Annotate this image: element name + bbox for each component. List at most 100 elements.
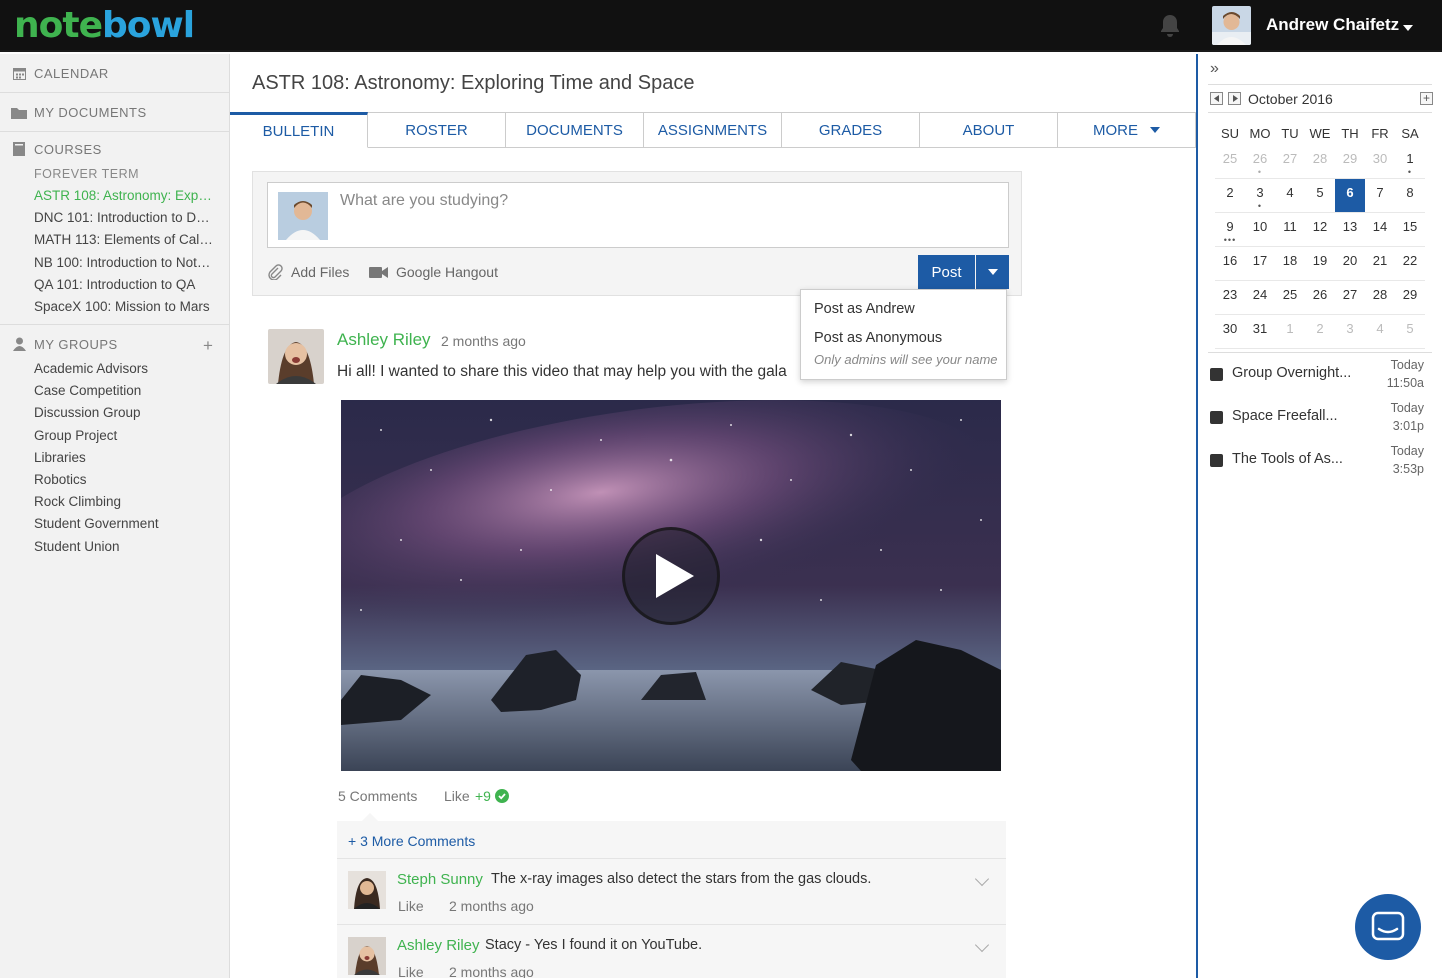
calendar-day[interactable]: 3 bbox=[1335, 315, 1365, 349]
sidebar-group-item[interactable]: Academic Advisors bbox=[34, 361, 214, 376]
calendar-event-item[interactable]: Group Overnight... Today 11:50a bbox=[1208, 354, 1434, 394]
calendar-day[interactable]: 22 bbox=[1395, 247, 1425, 281]
tab-documents[interactable]: DOCUMENTS bbox=[506, 112, 644, 148]
calendar-day[interactable]: 2 bbox=[1215, 179, 1245, 213]
calendar-day[interactable]: 29 bbox=[1335, 145, 1365, 179]
comments-count-link[interactable]: 5 Comments bbox=[338, 788, 417, 804]
tab-more[interactable]: MORE bbox=[1058, 112, 1196, 148]
tab-about[interactable]: ABOUT bbox=[920, 112, 1058, 148]
calendar-day[interactable]: 29 bbox=[1395, 281, 1425, 315]
calendar-day[interactable]: 27 bbox=[1335, 281, 1365, 315]
calendar-day[interactable]: 26 • bbox=[1245, 145, 1275, 179]
sidebar-group-item[interactable]: Student Government bbox=[34, 516, 214, 531]
calendar-day[interactable]: 17 bbox=[1245, 247, 1275, 281]
tab-roster[interactable]: ROSTER bbox=[368, 112, 506, 148]
calendar-day[interactable]: 3 • bbox=[1245, 179, 1275, 213]
post-button[interactable]: Post bbox=[918, 255, 975, 289]
user-avatar[interactable] bbox=[1212, 6, 1251, 45]
calendar-day[interactable]: 10 bbox=[1245, 213, 1275, 247]
calendar-day[interactable]: 28 bbox=[1365, 281, 1395, 315]
comment-like-button[interactable]: Like bbox=[398, 964, 424, 978]
calendar-day[interactable]: 16 bbox=[1215, 247, 1245, 281]
tab-bulletin[interactable]: BULLETIN bbox=[230, 112, 368, 148]
comment-author-name[interactable]: Ashley Riley bbox=[397, 937, 480, 954]
calendar-day[interactable]: 1 • bbox=[1395, 145, 1425, 179]
calendar-day[interactable]: 1 bbox=[1275, 315, 1305, 349]
calendar-day[interactable]: 25 bbox=[1275, 281, 1305, 315]
calendar-day[interactable]: 12 bbox=[1305, 213, 1335, 247]
more-comments-link[interactable]: + 3 More Comments bbox=[348, 833, 475, 849]
comment-author-avatar[interactable] bbox=[348, 871, 386, 909]
calendar-event-item[interactable]: Space Freefall... Today 3:01p bbox=[1208, 397, 1434, 437]
prev-month-button[interactable] bbox=[1210, 92, 1223, 105]
comment-author-avatar[interactable] bbox=[348, 937, 386, 975]
add-group-button[interactable]: + bbox=[203, 336, 213, 356]
tab-grades[interactable]: GRADES bbox=[782, 112, 920, 148]
sidebar-course-astr108[interactable]: ASTR 108: Astronomy: Exploring Time and … bbox=[34, 188, 214, 203]
comment-author-name[interactable]: Steph Sunny bbox=[397, 871, 483, 888]
calendar-day[interactable]: 18 bbox=[1275, 247, 1305, 281]
calendar-day[interactable]: 30 bbox=[1215, 315, 1245, 349]
calendar-day[interactable]: 9 ••• bbox=[1215, 213, 1245, 247]
sidebar-group-item[interactable]: Group Project bbox=[34, 428, 214, 443]
calendar-day[interactable]: 24 bbox=[1245, 281, 1275, 315]
chat-launcher-button[interactable] bbox=[1355, 894, 1421, 960]
sidebar-group-item[interactable]: Student Union bbox=[34, 539, 214, 554]
tab-assignments[interactable]: ASSIGNMENTS bbox=[644, 112, 782, 148]
calendar-day[interactable]: 13 bbox=[1335, 213, 1365, 247]
like-button[interactable]: Like bbox=[444, 788, 470, 804]
comment-like-button[interactable]: Like bbox=[398, 898, 424, 914]
calendar-day[interactable]: 31 bbox=[1245, 315, 1275, 349]
calendar-day[interactable]: 4 bbox=[1365, 315, 1395, 349]
play-button[interactable] bbox=[622, 527, 720, 625]
calendar-day[interactable]: 26 bbox=[1305, 281, 1335, 315]
calendar-day[interactable]: 23 bbox=[1215, 281, 1245, 315]
sidebar-course-math113[interactable]: MATH 113: Elements of Calculus bbox=[34, 232, 214, 247]
calendar-day[interactable]: 11 bbox=[1275, 213, 1305, 247]
calendar-event-item[interactable]: The Tools of As... Today 3:53p bbox=[1208, 440, 1434, 480]
sidebar-group-item[interactable]: Case Competition bbox=[34, 383, 214, 398]
calendar-day[interactable]: 4 bbox=[1275, 179, 1305, 213]
sidebar-course-dnc101[interactable]: DNC 101: Introduction to Dance bbox=[34, 210, 214, 225]
collapse-panel-button[interactable]: » bbox=[1210, 60, 1219, 78]
calendar-day[interactable]: 15 bbox=[1395, 213, 1425, 247]
calendar-day[interactable]: 14 bbox=[1365, 213, 1395, 247]
sidebar-calendar[interactable]: CALENDAR bbox=[0, 64, 229, 82]
notebowl-logo[interactable]: notebowl bbox=[14, 4, 195, 48]
comment-menu-chevron-icon[interactable] bbox=[974, 871, 990, 887]
user-name[interactable]: Andrew Chaifetz bbox=[1266, 15, 1399, 35]
sidebar-course-spacex100[interactable]: SpaceX 100: Mission to Mars bbox=[34, 299, 214, 314]
post-as-anonymous-option[interactable]: Post as Anonymous bbox=[814, 330, 942, 346]
post-author-name[interactable]: Ashley Riley bbox=[337, 330, 431, 350]
calendar-day[interactable]: 5 bbox=[1305, 179, 1335, 213]
calendar-day[interactable]: 5 bbox=[1395, 315, 1425, 349]
sidebar-group-item[interactable]: Rock Climbing bbox=[34, 494, 214, 509]
calendar-day[interactable]: 19 bbox=[1305, 247, 1335, 281]
comment-menu-chevron-icon[interactable] bbox=[974, 937, 990, 953]
sidebar-course-nb100[interactable]: NB 100: Introduction to Notebowl bbox=[34, 255, 214, 270]
post-options-toggle[interactable] bbox=[976, 255, 1009, 289]
calendar-day[interactable]: 7 bbox=[1365, 179, 1395, 213]
user-menu-caret-icon[interactable] bbox=[1403, 25, 1413, 31]
calendar-day-today[interactable]: 6 bbox=[1335, 179, 1365, 213]
sidebar-my-documents[interactable]: MY DOCUMENTS bbox=[0, 103, 229, 121]
post-as-user-option[interactable]: Post as Andrew bbox=[814, 301, 915, 317]
add-event-button[interactable]: + bbox=[1420, 92, 1433, 105]
calendar-day[interactable]: 2 bbox=[1305, 315, 1335, 349]
sidebar-course-qa101[interactable]: QA 101: Introduction to QA bbox=[34, 277, 214, 292]
sidebar-group-item[interactable]: Discussion Group bbox=[34, 405, 214, 420]
composer-input-box[interactable]: What are you studying? bbox=[267, 182, 1009, 248]
calendar-day[interactable]: 27 bbox=[1275, 145, 1305, 179]
sidebar-group-item[interactable]: Libraries bbox=[34, 450, 214, 465]
calendar-day[interactable]: 21 bbox=[1365, 247, 1395, 281]
post-author-avatar[interactable] bbox=[268, 329, 324, 384]
add-files-button[interactable]: Add Files bbox=[267, 264, 349, 280]
notification-bell-icon[interactable] bbox=[1158, 13, 1182, 39]
sidebar-group-item[interactable]: Robotics bbox=[34, 472, 214, 487]
calendar-day[interactable]: 30 bbox=[1365, 145, 1395, 179]
calendar-day[interactable]: 28 bbox=[1305, 145, 1335, 179]
calendar-day[interactable]: 25 bbox=[1215, 145, 1245, 179]
next-month-button[interactable] bbox=[1228, 92, 1241, 105]
calendar-day[interactable]: 20 bbox=[1335, 247, 1365, 281]
google-hangout-button[interactable]: Google Hangout bbox=[369, 264, 498, 280]
